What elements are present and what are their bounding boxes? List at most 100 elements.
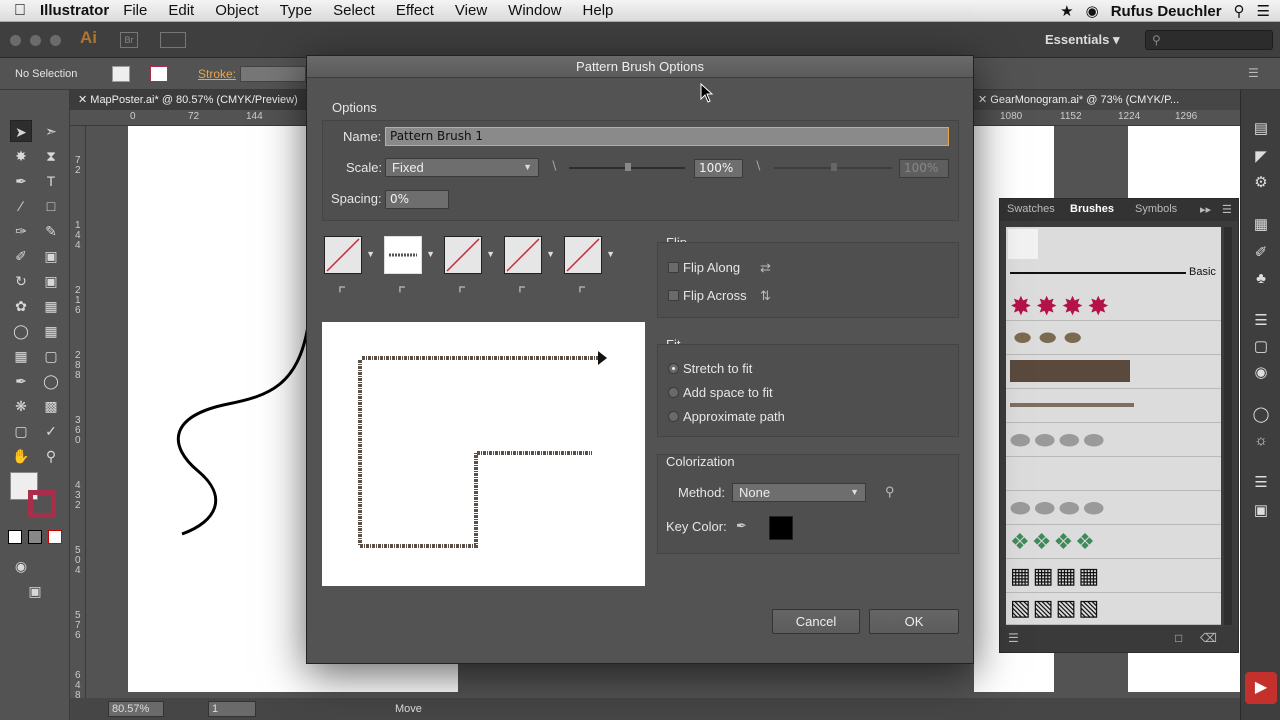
brush-row-bark[interactable]	[1006, 357, 1221, 389]
fill-swatch[interactable]	[112, 66, 130, 82]
brush-row-eggs[interactable]: ⬬⬬⬬	[1006, 323, 1221, 355]
chevron-down-icon[interactable]: ▼	[546, 249, 555, 259]
screen-mode-icon[interactable]: ▣	[24, 580, 46, 602]
scale-percent-field[interactable]: 100%	[694, 159, 743, 178]
chevron-down-icon[interactable]: ▼	[366, 249, 375, 259]
stroke-panel-icon[interactable]: ☰	[1252, 312, 1270, 330]
menu-effect[interactable]: Effect	[396, 2, 434, 19]
gradient-tool-icon[interactable]: ▢	[40, 345, 62, 367]
chevron-down-icon[interactable]: ▼	[606, 249, 615, 259]
artboard-tool-icon[interactable]: ▢	[10, 420, 32, 442]
none-mode-icon[interactable]	[48, 530, 62, 544]
menu-type[interactable]: Type	[280, 2, 313, 19]
zoom-tool-icon[interactable]: ⚲	[40, 445, 62, 467]
scale-dropdown[interactable]: Fixed ▼	[385, 158, 539, 177]
appearance-panel-icon[interactable]: ☼	[1252, 432, 1270, 450]
stroke-weight-stepper[interactable]	[240, 66, 306, 82]
spotlight-search-icon[interactable]: ⚲	[1234, 2, 1245, 20]
user-name[interactable]: Rufus Deuchler	[1111, 3, 1222, 20]
tab-gearmonogram[interactable]: ✕ GearMonogram.ai* @ 73% (CMYK/P...	[970, 90, 1198, 110]
tab-symbols[interactable]: Symbols	[1135, 203, 1177, 215]
brush-row-faint[interactable]	[1006, 459, 1221, 491]
slice-tool-icon[interactable]: ✓	[40, 420, 62, 442]
gradient-mode-icon[interactable]	[28, 530, 42, 544]
approximate-path-radio[interactable]	[668, 411, 679, 422]
transparency-icon[interactable]: ◉	[1252, 364, 1270, 382]
rectangle-tool-icon[interactable]: □	[40, 195, 62, 217]
side-tile-swatch[interactable]: ▼	[324, 236, 375, 274]
blend-tool-icon[interactable]: ◯	[40, 370, 62, 392]
gradient-panel-icon[interactable]: ▢	[1252, 338, 1270, 356]
symbol-sprayer-tool-icon[interactable]: ❋	[10, 395, 32, 417]
apple-icon[interactable]: 	[0, 2, 40, 20]
brush-list-scrollbar[interactable]	[1224, 227, 1232, 625]
star-icon[interactable]: ★	[1060, 2, 1073, 20]
magic-wand-tool-icon[interactable]: ✸	[10, 145, 32, 167]
warp-tool-icon[interactable]: ✿	[10, 295, 32, 317]
add-space-to-fit-radio[interactable]	[668, 387, 679, 398]
brushes-icon[interactable]: ✐	[1252, 244, 1270, 262]
arrange-documents-icon[interactable]	[160, 32, 186, 48]
start-tile-swatch[interactable]: ▼	[504, 236, 555, 274]
draw-mode-icon[interactable]: ◉	[10, 555, 32, 577]
layers-icon[interactable]: ☰	[1252, 474, 1270, 492]
brush-thumbnail[interactable]	[1008, 229, 1038, 259]
bridge-button[interactable]: Br	[120, 32, 138, 48]
paintbrush-tool-icon[interactable]: ✑	[10, 220, 32, 242]
color-guide-icon[interactable]: ◤	[1252, 148, 1270, 166]
delete-brush-icon[interactable]: ⌫	[1200, 631, 1217, 645]
close-tab-icon[interactable]: ✕	[978, 94, 987, 106]
cancel-button[interactable]: Cancel	[772, 609, 860, 634]
menu-window[interactable]: Window	[508, 2, 561, 19]
color-panel-icon[interactable]: ▤	[1252, 120, 1270, 138]
blob-brush-tool-icon[interactable]: ✐	[10, 245, 32, 267]
graphic-styles-icon[interactable]: ◯	[1252, 406, 1270, 424]
workspace-switcher[interactable]: Essentials ▾	[1045, 32, 1119, 48]
perspective-grid-tool-icon[interactable]: ▦	[40, 320, 62, 342]
brush-libraries-icon[interactable]: ☰	[1008, 631, 1019, 645]
line-tool-icon[interactable]: ∕	[10, 195, 32, 217]
youtube-subscribe-icon[interactable]: ▶	[1245, 672, 1277, 704]
close-tab-icon[interactable]: ✕	[78, 94, 87, 106]
mesh-tool-icon[interactable]: ▦	[10, 345, 32, 367]
brush-row-hatch-2[interactable]: ▧▧▧▧	[1006, 593, 1221, 625]
chevron-down-icon[interactable]: ▼	[426, 249, 435, 259]
close-window-button[interactable]	[10, 35, 21, 46]
brush-row-leaves-2[interactable]: ⬬⬬⬬⬬	[1006, 493, 1221, 525]
spacing-field[interactable]: 0%	[385, 190, 449, 209]
stretch-to-fit-radio[interactable]	[668, 363, 679, 374]
free-transform-tool-icon[interactable]: ▦	[40, 295, 62, 317]
artboard-number-field[interactable]: 1	[208, 701, 256, 717]
rotate-tool-icon[interactable]: ↻	[10, 270, 32, 292]
lasso-tool-icon[interactable]: ⧗	[40, 145, 62, 167]
eyedropper-icon[interactable]: ✒	[736, 518, 747, 534]
column-graph-tool-icon[interactable]: ▩	[40, 395, 62, 417]
panel-menu-icon[interactable]: ☰	[1248, 66, 1259, 80]
stroke-swatch[interactable]	[150, 66, 168, 82]
selection-tool-icon[interactable]: ➤	[10, 120, 32, 142]
stroke-color-box[interactable]	[28, 490, 56, 518]
eyedropper-tool-icon[interactable]: ✒	[10, 370, 32, 392]
eye-icon[interactable]: ◉	[1086, 2, 1099, 20]
ok-button[interactable]: OK	[869, 609, 959, 634]
brush-list[interactable]: Basic ✸✸✸✸ ⬬⬬⬬ ⬬⬬⬬⬬ ⬬⬬⬬⬬ ❖❖❖❖ ▦▦▦▦ ▧▧▧▧	[1006, 227, 1221, 625]
zoom-window-button[interactable]	[50, 35, 61, 46]
menu-help[interactable]: Help	[583, 2, 614, 19]
notification-list-icon[interactable]: ☰	[1257, 2, 1270, 20]
panel-menu-icon[interactable]: ☰	[1222, 203, 1232, 216]
eraser-tool-icon[interactable]: ▣	[40, 245, 62, 267]
pen-tool-icon[interactable]: ✒	[10, 170, 32, 192]
symbols-icon[interactable]: ♣	[1252, 270, 1270, 288]
artboards-icon[interactable]: ▣	[1252, 502, 1270, 520]
direct-selection-tool-icon[interactable]: ➣	[40, 120, 62, 142]
menu-app-name[interactable]: Illustrator	[40, 2, 109, 19]
basic-brush-stroke[interactable]	[1010, 272, 1186, 274]
key-color-swatch[interactable]	[769, 516, 793, 540]
help-search-input[interactable]: ⚲	[1145, 30, 1273, 50]
menu-edit[interactable]: Edit	[168, 2, 194, 19]
tab-swatches[interactable]: Swatches	[1007, 203, 1055, 215]
color-mode-icon[interactable]	[8, 530, 22, 544]
menu-view[interactable]: View	[455, 2, 487, 19]
zoom-level-field[interactable]: 80.57%	[108, 701, 164, 717]
menu-object[interactable]: Object	[215, 2, 258, 19]
